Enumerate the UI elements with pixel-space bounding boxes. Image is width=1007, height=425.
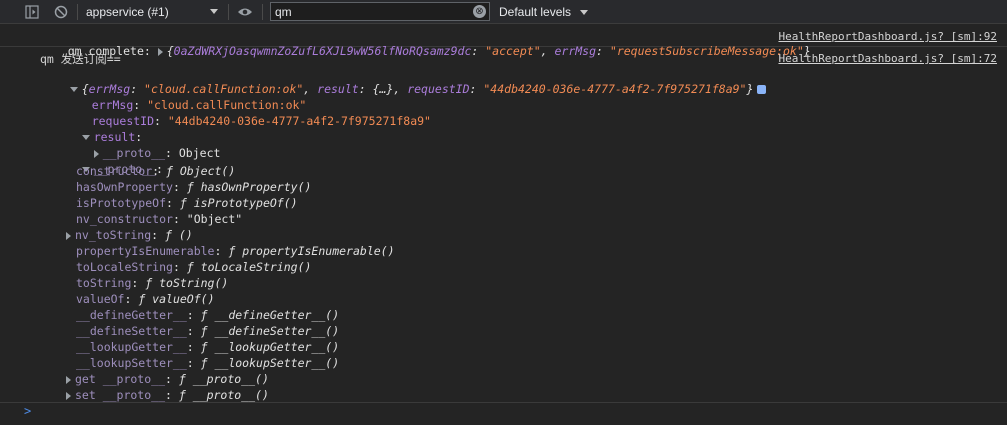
proto-property[interactable]: constructor: ƒ Object() [76, 164, 235, 178]
proto-property[interactable]: isPrototypeOf: ƒ isPrototypeOf() [76, 196, 298, 210]
info-icon[interactable] [757, 85, 767, 94]
object-key: result [317, 82, 359, 96]
clear-console-button[interactable] [54, 0, 68, 24]
object-value: {…} [372, 82, 394, 96]
tree-property: errMsg: "cloud.callFunction:ok" [91, 98, 307, 112]
property-key: __lookupGetter__ [76, 340, 187, 354]
property-key: __defineGetter__ [76, 308, 187, 322]
context-label: appservice (#1) [86, 5, 169, 19]
property-value: ƒ toString() [145, 276, 229, 290]
property-value: ƒ __proto__() [178, 388, 269, 402]
console-message: qm complete: {0aZdWRXjOasqwmnZoZufL6XJL9… [0, 25, 1007, 58]
object-value: "44db4240-036e-4777-a4f2-7f975271f8a9" [483, 82, 747, 96]
property-value: ƒ toLocaleString() [186, 260, 312, 274]
expand-arrow-icon[interactable] [66, 375, 71, 384]
property-key: toString [76, 276, 132, 290]
property-value: ƒ Object() [166, 164, 236, 178]
proto-property[interactable]: get __proto__: ƒ __proto__() [66, 372, 269, 386]
object-key: requestID [407, 82, 470, 96]
property-key: hasOwnProperty [76, 180, 173, 194]
proto-property[interactable]: toString: ƒ toString() [76, 276, 228, 290]
console-prompt[interactable]: > [24, 404, 31, 418]
property-value: ƒ isPrototypeOf() [179, 196, 298, 210]
property-value: ƒ () [165, 228, 193, 242]
live-expression-button[interactable] [237, 0, 253, 24]
property-value: ƒ __lookupSetter__() [200, 356, 340, 370]
brace: } [746, 82, 754, 96]
proto-property[interactable]: nv_constructor: "Object" [76, 212, 242, 226]
colon: : [469, 82, 484, 96]
property-key: propertyIsEnumerable [76, 244, 215, 258]
property-key: nv_constructor [76, 212, 173, 226]
toolbar-divider [262, 4, 263, 20]
proto-property[interactable]: __defineGetter__: ƒ __defineGetter__() [76, 308, 339, 322]
property-key: toLocaleString [76, 260, 173, 274]
chevron-down-icon [210, 9, 218, 14]
property-key: nv_toString [75, 228, 152, 242]
expand-arrow-icon[interactable] [66, 391, 71, 400]
proto-property[interactable]: nv_toString: ƒ () [66, 228, 193, 242]
proto-property[interactable]: propertyIsEnumerable: ƒ propertyIsEnumer… [76, 244, 395, 258]
clear-filter-icon[interactable]: ⊗ [473, 5, 486, 18]
property-key: constructor [76, 164, 153, 178]
property-key: set __proto__ [75, 388, 166, 402]
filter-input[interactable] [275, 4, 465, 19]
tree-property: requestID: "44db4240-036e-4777-a4f2-7f97… [91, 114, 431, 128]
tree-node-result[interactable]: result: [54, 116, 142, 144]
log-levels-label: Default levels [499, 5, 572, 19]
chevron-down-icon [580, 9, 589, 15]
tree-node-proto[interactable]: __proto__: [54, 148, 163, 176]
proto-property[interactable]: toLocaleString: ƒ toLocaleString() [76, 260, 311, 274]
property-value: ƒ __defineGetter__() [200, 308, 340, 322]
console-toolbar: appservice (#1) ⊗ Default levels [0, 0, 1007, 24]
filter-field[interactable]: ⊗ [270, 2, 490, 21]
property-key: valueOf [76, 292, 125, 306]
property-value: ƒ hasOwnProperty() [186, 180, 312, 194]
block-icon [54, 5, 68, 19]
message-prefix: qm 发送订阅== [40, 52, 121, 66]
proto-property[interactable]: valueOf: ƒ valueOf() [76, 292, 215, 306]
toolbar-divider [228, 4, 229, 20]
source-link[interactable]: HealthReportDashboard.js? [sm]:92 [778, 30, 997, 43]
source-link[interactable]: HealthReportDashboard.js? [sm]:72 [778, 52, 997, 65]
sidebar-toggle-button[interactable] [25, 0, 39, 24]
property-value: Object [178, 146, 221, 160]
context-select[interactable]: appservice (#1) [86, 0, 222, 24]
log-levels-select[interactable]: Default levels [499, 0, 589, 24]
tree-node-proto[interactable]: __proto__: Object [66, 132, 220, 160]
toolbar-divider [77, 4, 78, 20]
property-value: "Object" [186, 212, 243, 226]
property-key: __defineSetter__ [76, 324, 187, 338]
proto-property[interactable]: __defineSetter__: ƒ __defineSetter__() [76, 324, 339, 338]
message-text: qm complete: {0aZdWRXjOasqwmnZoZufL6XJL9… [40, 30, 811, 58]
property-key: isPrototypeOf [76, 196, 167, 210]
property-value: ƒ __defineSetter__() [200, 324, 340, 338]
proto-property[interactable]: hasOwnProperty: ƒ hasOwnProperty() [76, 180, 311, 194]
proto-property[interactable]: __lookupSetter__: ƒ __lookupSetter__() [76, 356, 339, 370]
proto-property[interactable]: set __proto__: ƒ __proto__() [66, 388, 269, 402]
property-key: get __proto__ [75, 372, 166, 386]
property-key: __lookupSetter__ [76, 356, 187, 370]
object-summary[interactable]: {errMsg: "cloud.callFunction:ok", result… [42, 68, 767, 96]
property-value: "44db4240-036e-4777-a4f2-7f975271f8a9" [167, 114, 431, 128]
proto-property[interactable]: __lookupGetter__: ƒ __lookupGetter__() [76, 340, 339, 354]
console-message: qm 发送订阅== HealthReportDashboard.js? [sm]… [0, 47, 1007, 403]
property-value: ƒ __lookupGetter__() [200, 340, 340, 354]
expand-arrow-icon[interactable] [66, 231, 71, 240]
property-value: ƒ valueOf() [138, 292, 215, 306]
property-value: ƒ __proto__() [178, 372, 269, 386]
property-value: ƒ propertyIsEnumerable() [228, 244, 395, 258]
colon: : [358, 82, 373, 96]
comma: , [393, 82, 408, 96]
eye-icon [238, 8, 252, 16]
sidebar-icon [25, 5, 39, 19]
